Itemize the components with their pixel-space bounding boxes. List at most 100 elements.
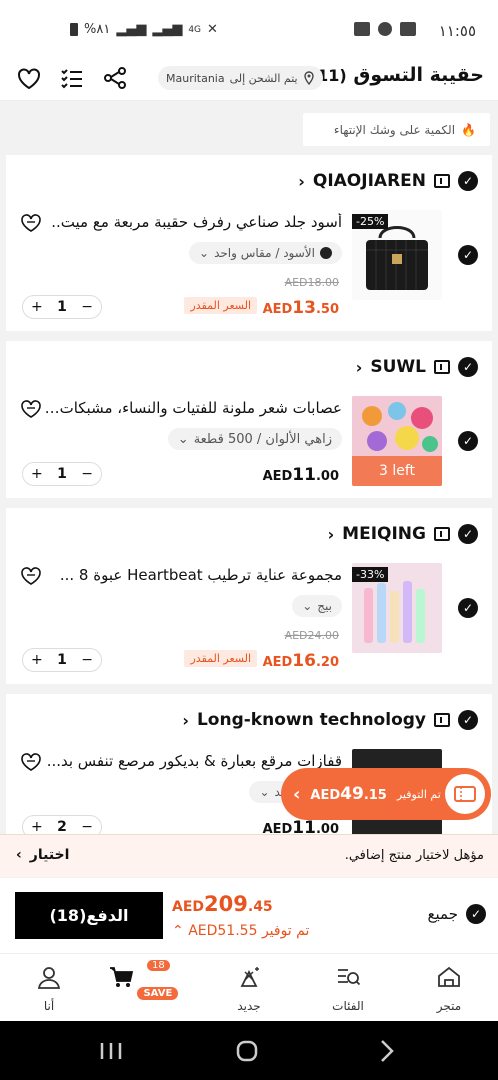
quantity-value: 1 [57,652,67,668]
increment-button[interactable]: + [31,652,43,668]
product-name[interactable]: أسود جلد صناعي رفرف حقيبة مربعة مع ميت.. [42,213,342,231]
store-header[interactable]: ✓ QIAOJIAREN ‹ [298,169,478,193]
original-price: AED24.00 [284,629,339,642]
back-icon[interactable] [372,1037,402,1065]
decrement-button[interactable]: − [81,466,93,482]
discount-badge: -33% [352,567,389,582]
saved-amount: AED51.55 [188,923,258,939]
select-all-checkbox[interactable]: ✓ [466,904,486,924]
select-extra-button[interactable]: ‹ اختيار [16,847,69,863]
store-header[interactable]: ✓ Long-known technology ‹ [182,708,478,732]
notice-text: الكمية على وشك الإنتهاء [333,122,456,137]
recent-apps-icon[interactable] [96,1037,126,1065]
savings-decimal: .15 [363,788,387,803]
decrement-button[interactable]: − [81,652,93,668]
price-currency: AED [262,655,293,670]
cart-store-card: ✓ SUWL ‹ ✓ 3 left عصابات شعر ملونة للفتي… [6,341,492,498]
tab-store[interactable]: متجر [409,964,489,1013]
variant-selector[interactable]: بيج ⌄ [292,595,342,617]
product-name[interactable]: مجموعة عناية ترطيب Heartbeat عبوة 8 ... [42,566,342,584]
total-price: AED209.45 [172,892,273,916]
save-heart-icon[interactable] [20,399,42,419]
select-all[interactable]: ✓ جميع [428,904,486,924]
savings-amount: AED49.15 [310,784,386,804]
save-heart-icon[interactable] [20,752,42,772]
message-icon [400,22,416,36]
quantity-stepper[interactable]: + 2 − [22,815,102,834]
checklist-icon[interactable] [58,64,86,92]
select-all-label: جميع [427,905,458,923]
wishlist-heart-icon[interactable] [15,64,43,92]
new-icon [240,967,259,987]
total-decimal: .45 [247,899,273,915]
quantity-stepper[interactable]: + 1 − [22,295,102,319]
store-checkbox[interactable]: ✓ [458,524,478,544]
quantity-stepper[interactable]: + 1 − [22,648,102,672]
shipping-location[interactable]: يتم الشحن إلى Mauritania [158,66,323,90]
mute-icon: ✕ [207,22,218,37]
color-swatch-icon [320,247,332,259]
variant-selector[interactable]: زاهي الألوان / 500 قطعة ⌄ [167,428,342,450]
item-checkbox[interactable]: ✓ [458,598,478,618]
coupon-icon [445,774,485,814]
share-icon[interactable] [101,64,129,92]
store-checkbox[interactable]: ✓ [458,171,478,191]
chevron-down-icon: ⌄ [177,431,189,447]
select-label: اختيار [29,847,70,863]
shop-icon [434,174,450,188]
header: حقيبة التسوق (11) يتم الشحن إلى Mauritan… [0,58,498,101]
product-name[interactable]: عصابات شعر ملونة للفتيات والنساء، مشبكات… [42,399,342,417]
variant-text: زاهي الألوان / 500 قطعة [193,431,332,447]
savings-currency: AED [310,788,341,803]
tab-new[interactable]: جديد [209,964,289,1013]
increment-button[interactable]: + [31,819,43,834]
quantity-value: 1 [57,466,67,482]
estimated-price-label: السعر المقدر [184,297,257,314]
store-header[interactable]: ✓ SUWL ‹ [356,355,478,379]
shipping-label: يتم الشحن إلى [229,71,298,85]
price-currency: AED [262,469,293,484]
signal-icon-2: ▂▄▆ [152,22,183,37]
bottom-tab-bar: متجر الفئات جديد 18 SAVE أنا [0,953,498,1021]
chevron-up-icon: ⌃ [172,923,184,939]
location-pin-icon [303,71,314,85]
item-checkbox[interactable]: ✓ [458,245,478,265]
store-header[interactable]: ✓ MEIQING ‹ [328,522,478,546]
checkout-button[interactable]: الدفع(18) [15,892,163,939]
product-image[interactable]: 3 left [352,396,442,486]
cart-store-card: ✓ MEIQING ‹ ✓ -33% مجموعة عناية ترطيب He… [6,508,492,684]
store-name: QIAOJIAREN [312,171,426,191]
savings-float-button[interactable]: ‹ AED49.15 تم التوفير [281,768,491,820]
increment-button[interactable]: + [31,466,43,482]
price-decimal: .00 [315,822,339,834]
saved-summary[interactable]: تم توفير AED51.55 ⌃ [172,923,309,939]
price-currency: AED [262,302,293,317]
product-image[interactable]: -33% [352,563,442,653]
store-icon [438,966,460,987]
item-checkbox[interactable]: ✓ [458,431,478,451]
battery-icon [70,23,78,36]
store-checkbox[interactable]: ✓ [458,710,478,730]
save-heart-icon[interactable] [20,566,42,586]
variant-text: الأسود / مقاس واحد [214,246,315,260]
decrement-button[interactable]: − [81,819,93,834]
product-name[interactable]: قفازات مرقع بعبارة & بديكور مرصع تنفس بد… [42,752,342,770]
home-icon[interactable] [232,1037,262,1065]
tab-profile[interactable]: أنا [9,964,89,1013]
variant-selector[interactable]: الأسود / مقاس واحد ⌄ [189,242,342,264]
price-decimal: .50 [315,302,339,317]
save-heart-icon[interactable] [20,213,42,233]
quantity-stepper[interactable]: + 1 − [22,462,102,486]
extra-product-bar[interactable]: مؤهل لاختيار منتج إضافي. ‹ اختيار [0,834,498,877]
tab-label: متجر [436,999,462,1013]
product-image[interactable]: -25% [352,210,442,300]
tab-label: الفئات [332,999,364,1013]
decrement-button[interactable]: − [81,299,93,315]
store-checkbox[interactable]: ✓ [458,357,478,377]
tab-cart[interactable]: 18 SAVE [103,960,183,1000]
low-stock-notice: 🔥 الكمية على وشك الإنتهاء [303,113,490,146]
price-integer: 13 [292,298,316,318]
increment-button[interactable]: + [31,299,43,315]
signal-icon: ▂▄▆ [116,22,147,37]
tab-categories[interactable]: الفئات [308,964,388,1013]
